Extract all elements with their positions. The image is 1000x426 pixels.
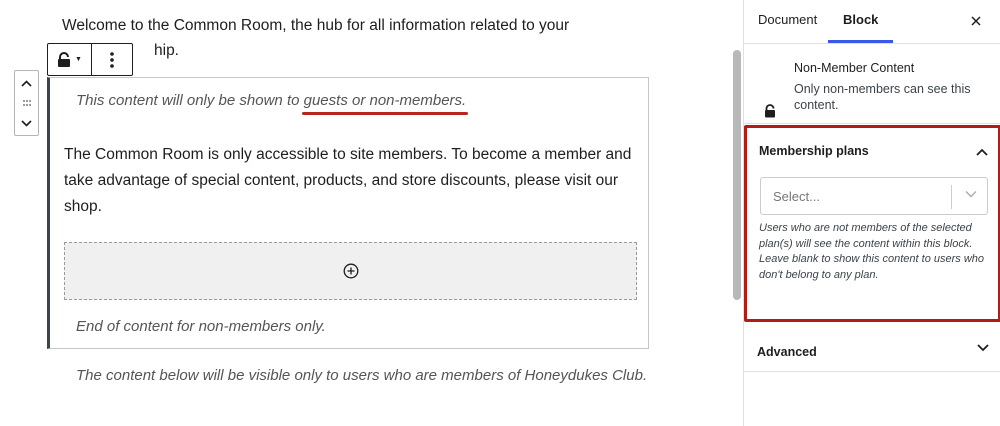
editor-canvas: Welcome to the Common Room, the hub for … <box>0 0 727 426</box>
advanced-panel-toggle[interactable]: Advanced <box>744 328 1000 372</box>
lock-icon <box>765 104 775 118</box>
settings-sidebar: Document Block Non-Member Content Only n… <box>743 0 1000 426</box>
chevron-down-icon <box>965 191 977 198</box>
intro-line-1: Welcome to the Common Room, the hub for … <box>62 17 570 34</box>
intro-paragraph[interactable]: Welcome to the Common Room, the hub for … <box>62 13 662 63</box>
block-card-title: Non-Member Content <box>794 61 915 75</box>
block-body-paragraph[interactable]: The Common Room is only accessible to si… <box>64 142 634 220</box>
block-mover <box>14 70 39 136</box>
highlighted-text: guests or non-members. <box>301 92 468 115</box>
membership-plans-select[interactable]: Select... <box>760 177 988 215</box>
drag-handle-icon <box>22 100 31 106</box>
block-toolbar: ▼ <box>47 43 133 76</box>
vertical-dots-icon <box>110 51 114 68</box>
block-end-text: End of content for non-members only. <box>76 318 326 335</box>
caret-down-icon: ▼ <box>75 56 82 63</box>
close-sidebar-button[interactable] <box>966 11 986 31</box>
tab-document[interactable]: Document <box>758 0 817 44</box>
chevron-up-icon <box>976 148 988 156</box>
block-intro-prefix: This content will only be shown to <box>76 92 304 109</box>
membership-plans-heading[interactable]: Membership plans <box>759 144 869 158</box>
plus-circle-icon <box>343 263 358 279</box>
block-card-description: Only non-members can see this content. <box>794 82 971 112</box>
block-intro-text: This content will only be shown to guest… <box>76 92 468 115</box>
intro-line-2: hip. <box>154 42 179 59</box>
sidebar-tabs: Document Block <box>744 0 1000 44</box>
select-separator <box>951 185 952 209</box>
scrollbar-thumb[interactable] <box>733 50 741 300</box>
close-icon <box>971 16 981 26</box>
chevron-down-icon <box>977 344 989 352</box>
drag-handle[interactable] <box>15 94 38 112</box>
move-up-button[interactable] <box>15 74 38 92</box>
add-block-button[interactable] <box>64 242 637 300</box>
chevron-down-icon <box>21 119 32 127</box>
collapse-panel-button[interactable] <box>976 143 988 161</box>
block-card: Non-Member Content Only non-members can … <box>744 44 1000 124</box>
lock-icon <box>58 51 71 67</box>
chevron-up-icon <box>21 79 32 87</box>
advanced-heading: Advanced <box>757 345 817 359</box>
members-notice-paragraph[interactable]: The content below will be visible only t… <box>62 363 662 388</box>
move-down-button[interactable] <box>15 114 38 132</box>
non-member-content-block[interactable]: This content will only be shown to guest… <box>47 77 649 349</box>
membership-plans-help: Users who are not members of the selecte… <box>759 222 985 281</box>
block-type-switcher-button[interactable]: ▼ <box>48 44 92 75</box>
membership-plans-panel: Membership plans Select... Users who are… <box>744 125 1000 322</box>
select-placeholder: Select... <box>773 189 820 204</box>
block-options-button[interactable] <box>92 44 132 75</box>
tab-block[interactable]: Block <box>828 0 894 43</box>
